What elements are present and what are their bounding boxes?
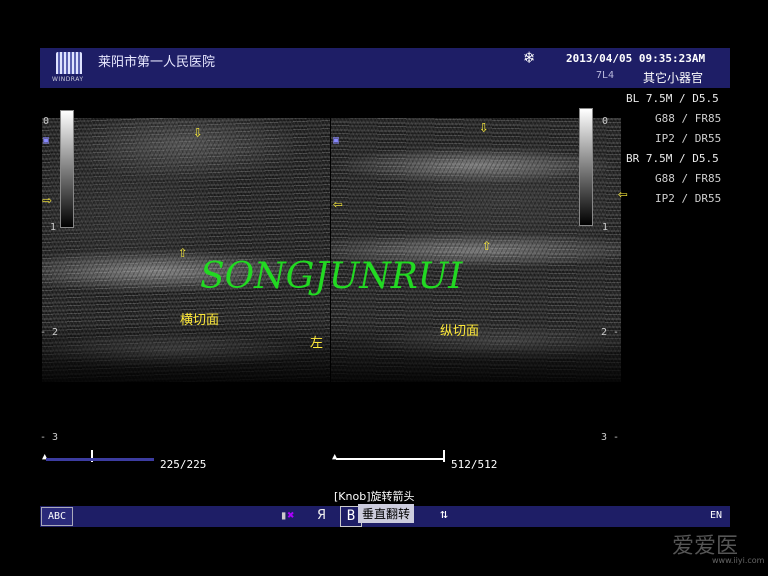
right-image-label: 纵切面 — [440, 324, 480, 339]
preset-label: 其它小器官 — [643, 71, 704, 85]
abc-button[interactable]: ABC — [41, 507, 73, 526]
ultrasound-image-right[interactable] — [331, 118, 621, 382]
left-side-label: 左 — [310, 336, 324, 351]
scale-tick-right — [443, 450, 445, 462]
focus-marker-left: ▣ — [43, 135, 50, 146]
param-br-freq-value: 7.5M / D5.5 — [645, 152, 719, 165]
mirror-button[interactable]: Я — [317, 508, 326, 523]
param-bl-label: BL — [626, 92, 640, 105]
watermark-text: SONGJUNRUI — [200, 256, 463, 297]
scale-value-right: 512/512 — [451, 458, 498, 471]
book-icon — [56, 52, 82, 74]
arrow-left-icon[interactable]: ⇦ — [618, 186, 628, 202]
scale-value-left: 225/225 — [160, 458, 207, 471]
depth-mark-left-1: 1 — [50, 222, 57, 233]
snowflake-icon[interactable]: ❄ — [524, 48, 534, 68]
scale-fill-left — [46, 458, 154, 461]
param-br-freq: BR 7.5M / D5.5 — [626, 152, 719, 165]
arrow-up-icon[interactable]: ⇧ — [482, 237, 492, 253]
vertical-flip-tooltip: 垂直翻转 — [358, 504, 415, 523]
param-br-g: G88 / FR85 — [655, 172, 722, 185]
param-bl-g: G88 / FR85 — [655, 112, 722, 125]
grayscale-bar-left — [60, 110, 74, 228]
arrow-down-icon[interactable]: ⇩ — [479, 119, 489, 135]
depth-mark-left-0: 0 — [43, 116, 50, 127]
probe-label: 7L4 — [596, 70, 615, 81]
windray-logo: WINDRAY — [52, 52, 88, 84]
bottom-toolbar: ABC ▮✖ Я B 垂直翻转 ⇅ EN — [40, 504, 730, 527]
param-bl-ip: IP2 / DR55 — [655, 132, 722, 145]
param-br-ip: IP2 / DR55 — [655, 192, 722, 205]
scale-bar-right — [336, 448, 444, 460]
arrow-down-icon[interactable]: ⇩ — [193, 124, 203, 140]
depth-mark-right-1: 1 — [602, 222, 609, 233]
left-image-label: 横切面 — [180, 313, 220, 328]
language-indicator[interactable]: EN — [710, 510, 722, 521]
depth-mark-left-3: - 3 — [40, 432, 59, 443]
site-url: www.iiyi.com — [712, 556, 765, 565]
arrow-up-icon[interactable]: ⇧ — [178, 244, 188, 260]
hospital-name: 莱阳市第一人民医院 — [98, 55, 216, 70]
header-bar: WINDRAY 莱阳市第一人民医院 ❄ 2013/04/05 09:35:23A… — [40, 48, 730, 88]
arrow-left-icon[interactable]: ⇦ — [333, 196, 343, 212]
knob-hint: [Knob]旋转箭头 — [334, 490, 415, 503]
depth-mark-right-0: 0 — [602, 116, 609, 127]
depth-mark-right-3: 3 - — [601, 432, 620, 443]
arrow-right-icon[interactable]: ⇨ — [42, 192, 52, 208]
param-bl-freq: BL 7.5M / D5.5 — [626, 92, 719, 105]
depth-mark-right-2: 2 - — [601, 327, 620, 338]
body-mark-icon[interactable]: ▮✖ — [280, 508, 294, 522]
param-br-label: BR — [626, 152, 640, 165]
brand-text: WINDRAY — [52, 76, 84, 83]
updown-arrows-icon[interactable]: ⇅ — [440, 507, 448, 522]
focus-marker-right: ▣ — [333, 135, 340, 146]
datetime: 2013/04/05 09:35:23AM — [566, 52, 706, 65]
depth-mark-left-2: - 2 — [40, 327, 59, 338]
grayscale-bar-right — [579, 108, 593, 226]
param-bl-freq-value: 7.5M / D5.5 — [645, 92, 719, 105]
